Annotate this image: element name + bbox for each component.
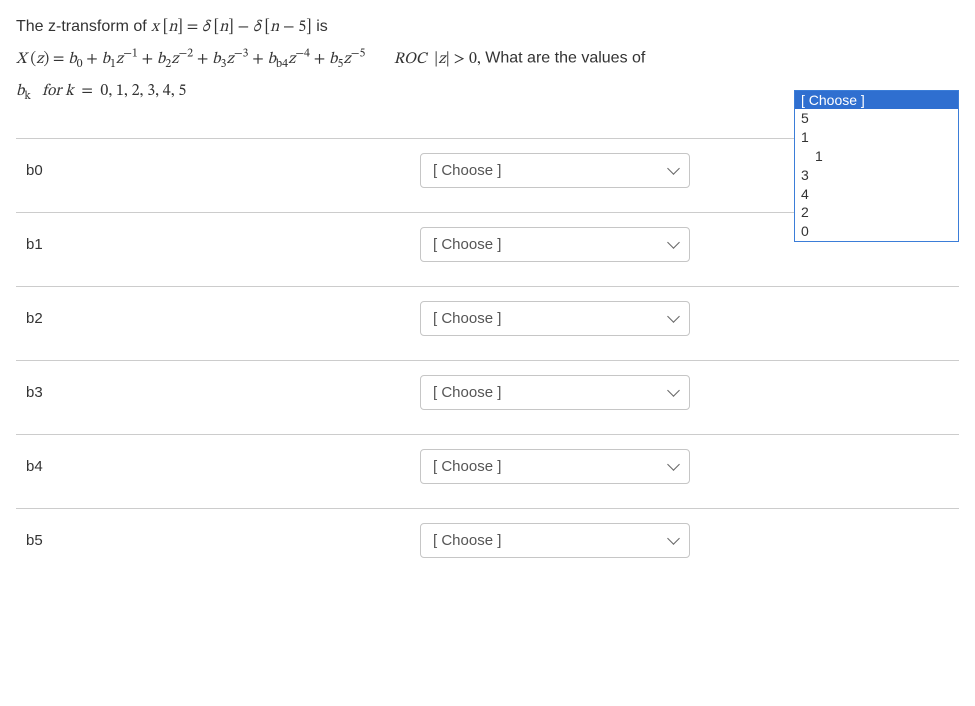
q-line1-prefix: The z-transform of (16, 18, 151, 35)
q-line1-suffix: is (316, 18, 328, 35)
match-row: b2 [ Choose ] (16, 286, 959, 360)
select-wrap: [ Choose ] (420, 375, 690, 410)
dropdown-option[interactable]: 1 (795, 128, 958, 147)
choose-select-b0[interactable]: [ Choose ] (420, 153, 690, 188)
choose-select-b1[interactable]: [ Choose ] (420, 227, 690, 262)
dropdown-option[interactable]: 3 (795, 166, 958, 185)
dropdown-option[interactable]: 1 (795, 147, 958, 166)
select-wrap: [ Choose ] (420, 449, 690, 484)
q-line2-roc: ROC |z| > 0, (394, 51, 481, 67)
choose-select-b2[interactable]: [ Choose ] (420, 301, 690, 336)
select-wrap: [ Choose ] (420, 153, 690, 188)
q-line1-math: x [n] = δ [n] − δ [n − 5] (151, 19, 312, 35)
row-label: b4 (20, 458, 400, 475)
q-line2-math: X (z) = b0 + b1z−1 + b2z−2 + b3z−3 + bb4… (16, 51, 365, 67)
dropdown-header: [ Choose ] (795, 91, 958, 109)
dropdown-option[interactable]: 5 (795, 109, 958, 128)
select-wrap: [ Choose ] (420, 523, 690, 558)
row-label: b0 (20, 162, 400, 179)
choose-select-b5[interactable]: [ Choose ] (420, 523, 690, 558)
q-line3-math: bk for k = 0, 1, 2, 3, 4, 5 (16, 83, 186, 99)
row-label: b2 (20, 310, 400, 327)
dropdown-option[interactable]: 4 (795, 185, 958, 204)
choose-select-b4[interactable]: [ Choose ] (420, 449, 690, 484)
choose-select-b3[interactable]: [ Choose ] (420, 375, 690, 410)
row-label: b5 (20, 532, 400, 549)
question-container: The z-transform of x [n] = δ [n] − δ [n … (16, 12, 959, 582)
match-row: b5 [ Choose ] (16, 508, 959, 582)
dropdown-option[interactable]: 2 (795, 203, 958, 222)
match-row: b4 [ Choose ] (16, 434, 959, 508)
open-dropdown[interactable]: [ Choose ] 5 1 1 3 4 2 0 (794, 90, 959, 242)
row-label: b3 (20, 384, 400, 401)
select-wrap: [ Choose ] (420, 301, 690, 336)
dropdown-option[interactable]: 0 (795, 222, 958, 241)
row-label: b1 (20, 236, 400, 253)
select-wrap: [ Choose ] (420, 227, 690, 262)
match-row: b3 [ Choose ] (16, 360, 959, 434)
q-line2-suffix: What are the values of (485, 50, 645, 67)
